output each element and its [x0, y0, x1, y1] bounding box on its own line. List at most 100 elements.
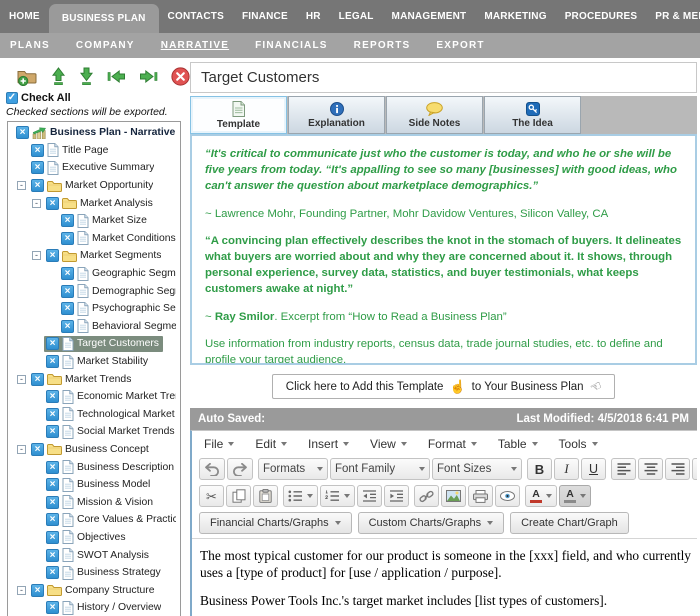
outdent-button[interactable] [357, 485, 382, 507]
checkbox[interactable]: × [31, 179, 44, 193]
tree-item[interactable]: - × Market Opportunity [8, 177, 180, 195]
nav-item-hr[interactable]: HR [297, 0, 330, 33]
subnav-item-financials[interactable]: FINANCIALS [255, 40, 328, 51]
subnav-item-company[interactable]: COMPANY [76, 40, 135, 51]
checkbox[interactable]: × [46, 548, 59, 562]
tree-item[interactable]: × Market Conditions [8, 230, 180, 248]
checkbox[interactable]: × [46, 425, 59, 439]
checkbox[interactable]: × [46, 390, 59, 404]
nav-item-legal[interactable]: LEGAL [330, 0, 383, 33]
checkbox[interactable]: × [46, 196, 59, 210]
tree-item[interactable]: - × Market Segments [8, 247, 180, 265]
tree-item[interactable]: × Business Strategy [8, 564, 180, 582]
redo-button[interactable] [227, 458, 253, 480]
tree-item[interactable]: - × Market Trends [8, 370, 180, 388]
delete-button[interactable] [171, 66, 190, 86]
tree-item[interactable]: × Objectives [8, 529, 180, 547]
collapse-icon[interactable]: - [32, 198, 41, 208]
tree-item[interactable]: × Technological Market Trends [8, 406, 180, 424]
undo-button[interactable] [199, 458, 225, 480]
nav-item-management[interactable]: MANAGEMENT [383, 0, 476, 33]
insert-link-button[interactable] [414, 485, 439, 507]
menu-table[interactable]: Table [498, 437, 538, 451]
font-sizes-dropdown[interactable]: Font Sizes [432, 458, 522, 480]
align-center-button[interactable] [638, 458, 663, 480]
checkbox[interactable]: × [46, 478, 59, 492]
menu-file[interactable]: File [204, 437, 235, 451]
copy-button[interactable] [226, 485, 251, 507]
checkbox[interactable]: × [61, 319, 74, 333]
tree-item[interactable]: × Business Description [8, 458, 180, 476]
underline-button[interactable]: U [581, 458, 606, 480]
tree-item[interactable]: × Target Customers [8, 335, 180, 353]
tree-item[interactable]: × Core Values & Practices [8, 511, 180, 529]
subnav-item-reports[interactable]: REPORTS [354, 40, 411, 51]
tree-item[interactable]: × Market Stability [8, 353, 180, 371]
collapse-icon[interactable]: - [17, 444, 26, 454]
checkbox[interactable]: × [31, 161, 44, 175]
menu-format[interactable]: Format [428, 437, 477, 451]
numbered-list-button[interactable] [320, 485, 355, 507]
add-template-button[interactable]: Click here to Add this Template ☝ to You… [271, 374, 616, 399]
document-edit-area[interactable]: The most typical customer for our produc… [192, 538, 697, 616]
subnav-item-export[interactable]: EXPORT [436, 40, 484, 51]
nav-item-contacts[interactable]: CONTACTS [159, 0, 233, 33]
preview-button[interactable] [495, 485, 520, 507]
print-button[interactable] [468, 485, 493, 507]
custom-charts-graphs-button[interactable]: Custom Charts/Graphs [357, 512, 505, 534]
nav-item-procedures[interactable]: PROCEDURES [556, 0, 647, 33]
tree-item[interactable]: × Title Page [8, 142, 180, 160]
collapse-icon[interactable]: - [17, 374, 26, 384]
create-chart-graph-button[interactable]: Create Chart/Graph [510, 512, 629, 534]
tree-item[interactable]: × Executive Summary [8, 159, 180, 177]
checkbox[interactable]: × [31, 583, 44, 597]
tab-the-idea[interactable]: The Idea [484, 96, 581, 134]
tree-item[interactable]: × Demographic Segmentation [8, 282, 180, 300]
menu-edit[interactable]: Edit [255, 437, 288, 451]
collapse-icon[interactable]: - [17, 585, 26, 595]
subnav-item-narrative[interactable]: NARRATIVE [161, 40, 229, 51]
check-all-checkbox[interactable]: ✓ [6, 92, 18, 104]
checkbox[interactable]: × [61, 231, 74, 245]
checkbox[interactable]: × [16, 126, 29, 140]
subnav-item-plans[interactable]: PLANS [10, 40, 50, 51]
add-section-button[interactable] [16, 67, 38, 86]
checkbox[interactable]: × [46, 566, 59, 580]
align-left-button[interactable] [611, 458, 636, 480]
tree-item[interactable]: × Behavioral Segmentation [8, 318, 180, 336]
align-justify-button[interactable] [692, 458, 697, 480]
checkbox[interactable]: × [31, 442, 44, 456]
checkbox[interactable]: × [46, 249, 59, 263]
tree-item[interactable]: × Economic Market Trends [8, 388, 180, 406]
tree-item[interactable]: - × Company Structure [8, 581, 180, 599]
tree-item[interactable]: - × Business Concept [8, 441, 180, 459]
insert-image-button[interactable] [441, 485, 466, 507]
collapse-icon[interactable]: - [32, 251, 41, 261]
checkbox[interactable]: × [46, 407, 59, 421]
move-left-button[interactable] [107, 69, 126, 84]
align-right-button[interactable] [665, 458, 690, 480]
checkbox[interactable]: × [46, 530, 59, 544]
tree-item[interactable]: × History / Overview [8, 599, 180, 616]
tree-item[interactable]: × Market Size [8, 212, 180, 230]
tree-item[interactable]: - × Market Analysis [8, 194, 180, 212]
indent-button[interactable] [384, 485, 409, 507]
menu-insert[interactable]: Insert [308, 437, 350, 451]
tree-item[interactable]: × Business Model [8, 476, 180, 494]
checkbox[interactable]: × [31, 372, 44, 386]
tab-side-notes[interactable]: Side Notes [386, 96, 483, 134]
checkbox[interactable]: × [46, 495, 59, 509]
menu-tools[interactable]: Tools [559, 437, 598, 451]
checkbox[interactable]: × [61, 214, 74, 228]
checkbox[interactable]: × [31, 143, 44, 157]
tree-item[interactable]: × Mission & Vision [8, 493, 180, 511]
nav-item-pr-media[interactable]: PR & MEDIA [646, 0, 700, 33]
italic-button[interactable]: I [554, 458, 579, 480]
checkbox[interactable]: × [46, 513, 59, 527]
nav-item-home[interactable]: HOME [0, 0, 49, 33]
checkbox[interactable]: × [61, 284, 74, 298]
tree-item[interactable]: × Social Market Trends [8, 423, 180, 441]
move-down-button[interactable] [79, 67, 94, 86]
move-up-button[interactable] [51, 66, 66, 86]
tree-item[interactable]: × Psychographic Segmentation [8, 300, 180, 318]
